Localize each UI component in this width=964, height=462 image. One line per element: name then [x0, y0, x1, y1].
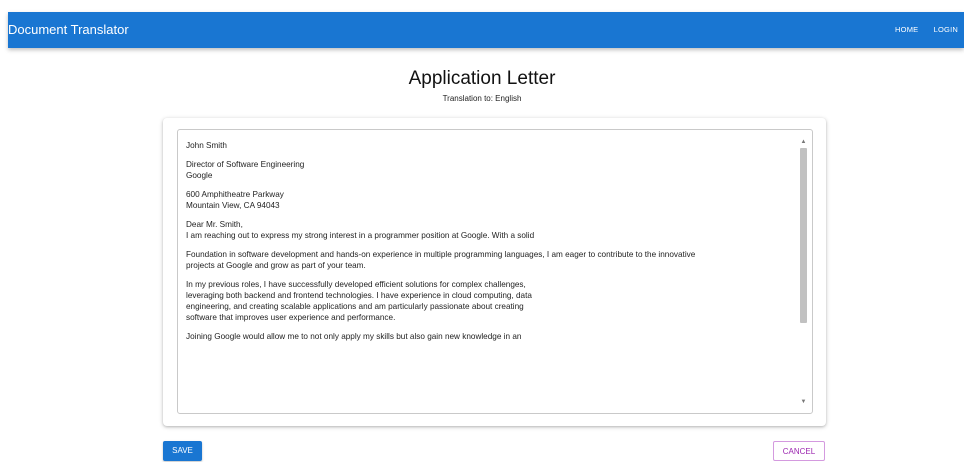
nav-login-link[interactable]: LOGIN	[934, 25, 958, 34]
paragraph: In my previous roles, I have successfull…	[186, 280, 532, 322]
nav-links: HOME LOGIN	[882, 12, 958, 48]
paragraph: Director of Software Engineering Google	[186, 160, 305, 180]
page-title: Application Letter	[408, 68, 556, 89]
translation-target-label: Translation to: English	[442, 94, 522, 103]
document-card: John Smith Director of Software Engineer…	[163, 118, 826, 426]
scrollbar-thumb[interactable]	[800, 148, 807, 323]
app-title: Document Translator	[8, 22, 129, 37]
vertical-scrollbar[interactable]: ▲ ▼	[799, 138, 808, 406]
paragraph: Foundation in software development and h…	[186, 250, 696, 270]
save-button[interactable]: SAVE	[163, 441, 202, 461]
app-bar: Document Translator HOME LOGIN	[8, 12, 964, 48]
scroll-up-arrow-icon[interactable]: ▲	[799, 138, 808, 146]
paragraph: Joining Google would allow me to not onl…	[186, 332, 522, 341]
scroll-down-arrow-icon[interactable]: ▼	[799, 398, 808, 406]
paragraph: John Smith	[186, 141, 227, 150]
paragraph: Dear Mr. Smith, I am reaching out to exp…	[186, 220, 535, 240]
document-text: John Smith Director of Software Engineer…	[186, 140, 791, 350]
nav-home-link[interactable]: HOME	[895, 25, 918, 34]
paragraph: 600 Amphitheatre Parkway Mountain View, …	[186, 190, 284, 210]
document-textarea[interactable]: John Smith Director of Software Engineer…	[177, 129, 813, 414]
cancel-button[interactable]: CANCEL	[773, 441, 825, 461]
